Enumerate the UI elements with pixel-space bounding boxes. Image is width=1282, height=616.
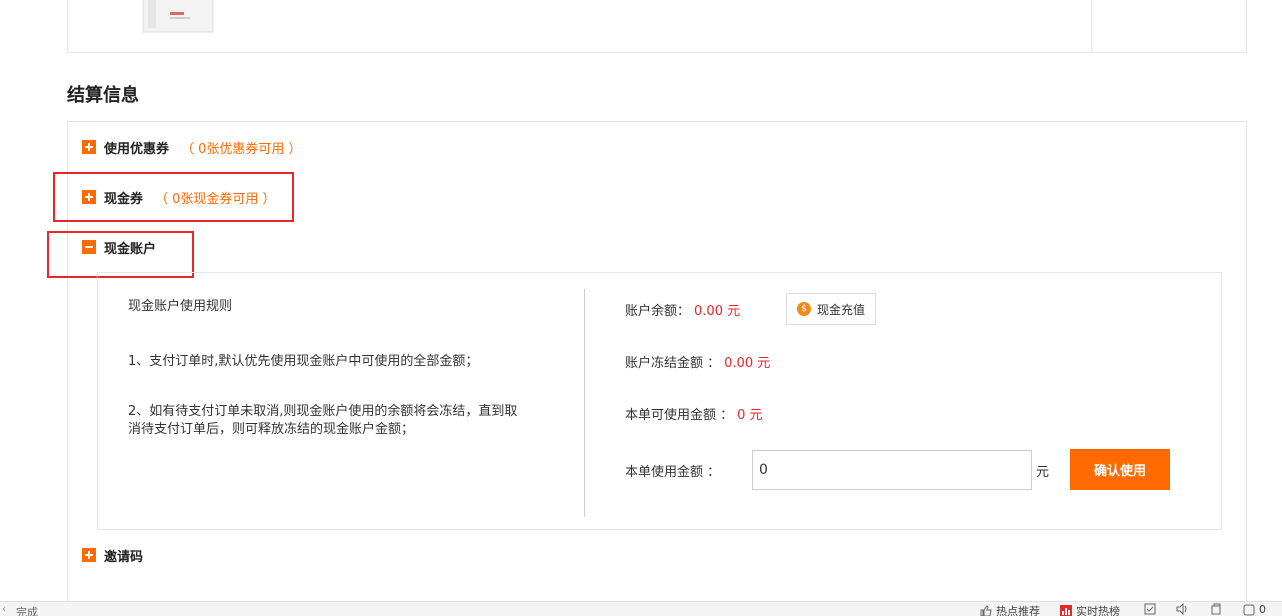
available-label: 本单可使用金额 ：: [625, 408, 734, 423]
frozen-label: 账户冻结金额 ：: [625, 356, 721, 371]
realtime-hot-item[interactable]: 实时热榜: [1060, 603, 1120, 616]
rule-item-2: 2、如有待支付订单未取消,则现金账户使用的余额将会冻结，直到取消待支付订单后，则…: [128, 404, 518, 437]
recharge-label: 现金充值: [816, 302, 865, 317]
cash-account-panel: 现金账户使用规则 1、支付订单时,默认优先使用现金账户中可使用的全部金额； 2、…: [97, 272, 1222, 530]
coupon-row[interactable]: 使用优惠券 （ 0张优惠券可用 ）: [82, 137, 302, 157]
window-icon: [1211, 603, 1221, 615]
confirm-use-button[interactable]: 确认使用: [1070, 449, 1170, 490]
page-icon: ‹: [2, 604, 6, 615]
expand-plus-icon[interactable]: [82, 548, 96, 562]
balance-label: 账户余额：: [625, 304, 691, 319]
invite-code-row[interactable]: 邀请码: [82, 545, 143, 565]
hot-chart-icon: [1060, 605, 1072, 616]
check-icon: [1144, 603, 1156, 615]
expand-plus-icon[interactable]: [82, 140, 96, 154]
realtime-hot-label: 实时热榜: [1076, 605, 1120, 616]
product-card: [67, 0, 1247, 53]
zoom-icon: [1243, 604, 1255, 615]
volume-icon: [1176, 603, 1187, 615]
available-row: 本单可使用金额 ： 0 元: [625, 404, 763, 423]
highlight-box-cash-coupon: [53, 172, 294, 222]
money-bag-icon: $: [796, 302, 811, 316]
volume-icon-button[interactable]: [1176, 603, 1192, 615]
highlight-box-cash-account: [47, 231, 194, 278]
rules-title: 现金账户使用规则: [128, 299, 233, 314]
balance-value: 0.00 元: [694, 304, 741, 319]
panel-divider: [584, 289, 585, 517]
browser-status-bar: ‹ 完成 热点推荐 实时热榜 0: [0, 601, 1282, 616]
zoom-label: 0: [1259, 603, 1266, 616]
hot-recommend-item[interactable]: 热点推荐: [980, 603, 1040, 616]
product-image[interactable]: [140, 0, 218, 34]
thumbs-up-icon: [980, 605, 992, 616]
use-amount-input[interactable]: [752, 450, 1032, 490]
frozen-value: 0.00 元: [724, 356, 771, 371]
coupon-label: 使用优惠券: [104, 141, 170, 157]
invite-code-label: 邀请码: [104, 549, 144, 565]
available-value: 0 元: [737, 408, 763, 423]
check-icon-button[interactable]: [1144, 603, 1160, 615]
recharge-button[interactable]: $ 现金充值: [786, 293, 876, 325]
balance-row: 账户余额： 0.00 元: [625, 300, 740, 319]
use-amount-label: 本单使用金额 ：: [625, 465, 721, 480]
hot-recommend-label: 热点推荐: [996, 605, 1040, 616]
unit-label: 元: [1036, 465, 1050, 480]
coupon-count-hint: （ 0张优惠券可用 ）: [181, 141, 302, 157]
rule-item-1: 1、支付订单时,默认优先使用现金账户中可使用的全部金额；: [128, 354, 479, 369]
zoom-item[interactable]: 0: [1243, 603, 1266, 616]
status-text: 完成: [16, 606, 38, 616]
window-icon-button[interactable]: [1210, 603, 1226, 615]
section-title: 结算信息: [67, 85, 139, 106]
product-column-divider: [1091, 0, 1092, 53]
frozen-row: 账户冻结金额 ： 0.00 元: [625, 352, 770, 371]
